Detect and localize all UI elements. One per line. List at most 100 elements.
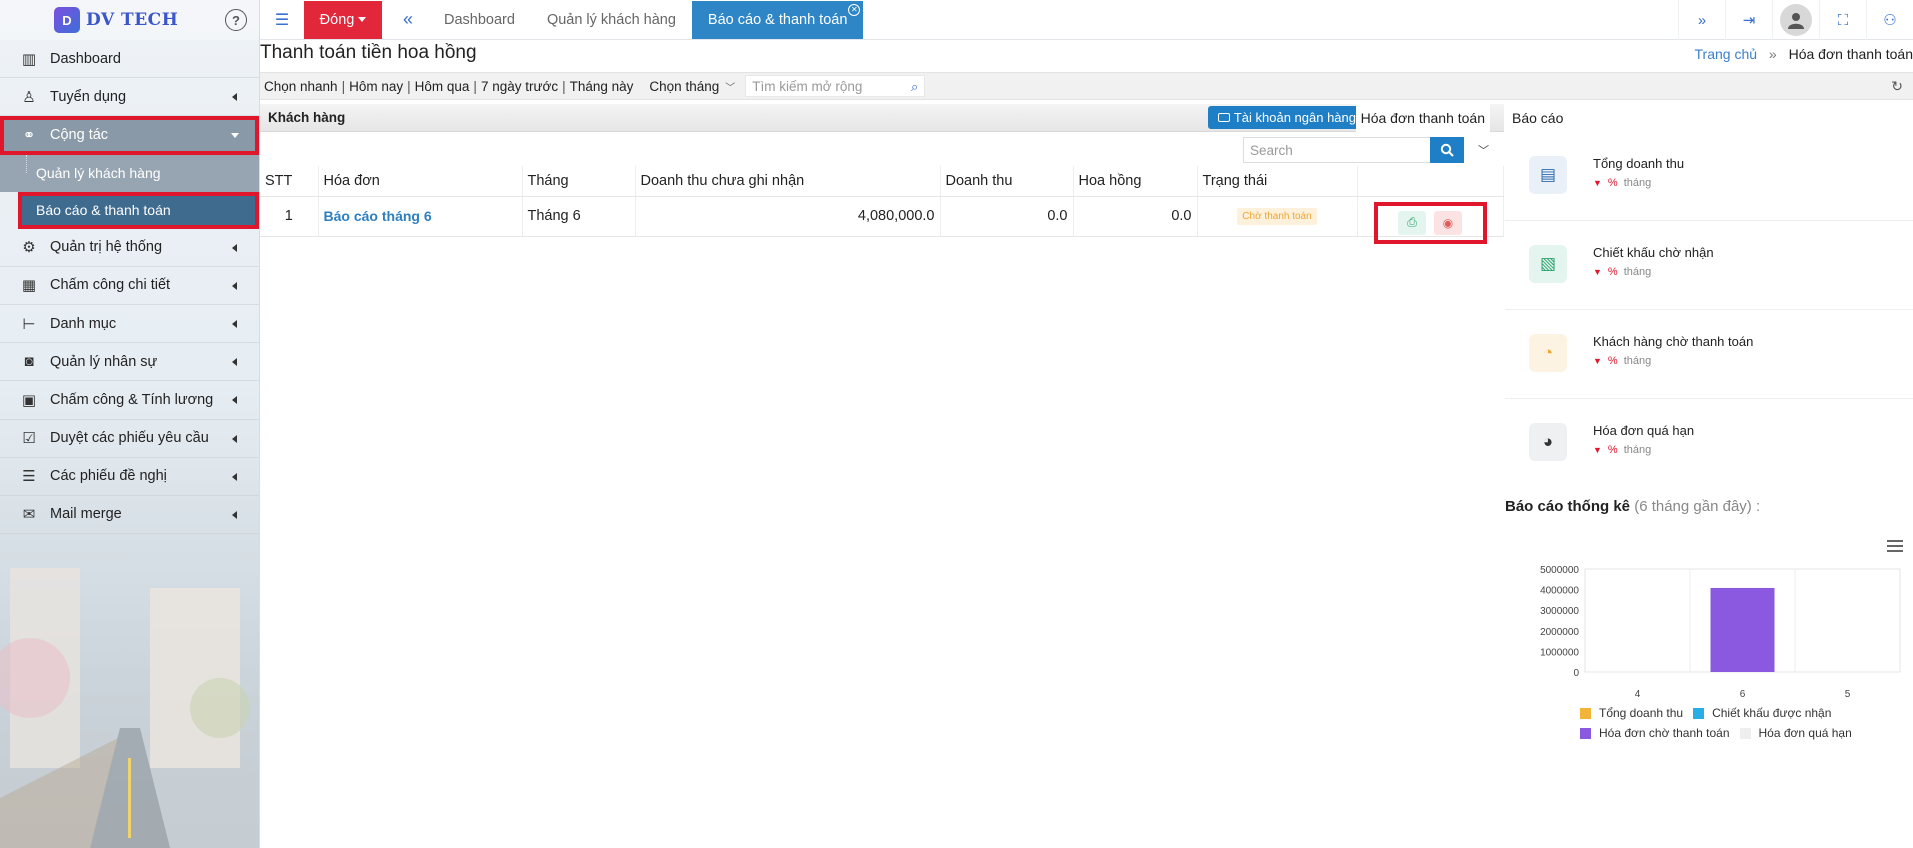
- double-chevron-left-icon[interactable]: «: [388, 9, 428, 30]
- search-icon[interactable]: ⌕: [911, 79, 918, 95]
- x-tick-label: 4: [1635, 689, 1641, 700]
- filter-today[interactable]: Hôm nay: [345, 79, 407, 94]
- legend-item[interactable]: Tổng doanh thu: [1580, 706, 1683, 720]
- table-search-input[interactable]: Search: [1243, 137, 1431, 163]
- col-month[interactable]: Tháng: [522, 166, 636, 197]
- invoice-table: STT Hóa đơn Tháng Doanh thu chưa ghi nhậ…: [260, 166, 1504, 244]
- sidebar-item-system-admin[interactable]: ⚙ Quản trị hệ thống: [0, 229, 259, 267]
- kpi-percent: %: [1607, 444, 1618, 456]
- sidebar-item-label: Chấm công & Tính lương: [50, 391, 214, 408]
- logo-bar: D DV TECH ?: [0, 0, 259, 40]
- kpi-label: Hóa đơn quá hạn: [1593, 423, 1695, 438]
- legend-item[interactable]: Hóa đơn quá hạn: [1739, 726, 1852, 740]
- month-select[interactable]: Chọn tháng ﹀: [649, 79, 735, 94]
- sidebar-item-recruitment[interactable]: ♙ Tuyển dụng: [0, 78, 259, 117]
- col-revenue[interactable]: Doanh thu: [940, 166, 1074, 197]
- col-stt[interactable]: STT: [260, 166, 319, 197]
- filter-last-7-days[interactable]: 7 ngày trước: [477, 79, 562, 94]
- cell-actions: ⎙ ◉: [1357, 196, 1504, 244]
- tab-customer-management[interactable]: Quản lý khách hàng: [531, 1, 692, 39]
- tab-dashboard[interactable]: Dashboard: [428, 1, 531, 39]
- customer-panel-header: Khách hàng Tài khoản ngân hàng Hóa đơn t…: [260, 103, 1564, 133]
- bank-account-label: Tài khoản ngân hàng: [1233, 110, 1356, 125]
- menu-toggle-icon[interactable]: ☰: [260, 10, 304, 30]
- chevron-down-icon: ﹀: [725, 82, 736, 94]
- legend-swatch: [1739, 727, 1751, 739]
- chart-menu-icon[interactable]: [1887, 540, 1903, 555]
- kpi-period: tháng: [1623, 355, 1652, 367]
- invoice-link[interactable]: Báo cáo tháng 6: [324, 208, 432, 224]
- avatar-icon: [1780, 4, 1812, 36]
- col-commission[interactable]: Hoa hồng: [1073, 166, 1198, 197]
- sidebar-item-mail-merge[interactable]: ✉ Mail merge: [0, 496, 259, 535]
- breadcrumb-home-link[interactable]: Trang chủ: [1695, 46, 1758, 62]
- help-icon[interactable]: ?: [225, 9, 247, 31]
- print-button[interactable]: ⎙: [1398, 210, 1426, 235]
- org-chart-icon[interactable]: ⚇: [1866, 0, 1913, 40]
- x-tick-label: 5: [1845, 689, 1851, 700]
- fullscreen-icon[interactable]: ⛶: [1819, 0, 1866, 40]
- kpi-change: ▼% tháng: [1593, 444, 1651, 456]
- legend-item[interactable]: Hóa đơn chờ thanh toán: [1580, 726, 1730, 740]
- user-avatar[interactable]: [1772, 0, 1819, 40]
- panel-title: Khách hàng: [268, 110, 346, 125]
- kpi-period: tháng: [1623, 266, 1652, 278]
- sidebar-item-label: Mail merge: [50, 506, 122, 523]
- filter-yesterday[interactable]: Hôm qua: [411, 79, 474, 94]
- logout-icon[interactable]: ⇥: [1725, 0, 1772, 40]
- table-search-button[interactable]: [1430, 137, 1464, 163]
- cell-revenue: 0.0: [940, 196, 1074, 237]
- close-tabs-button[interactable]: Đóng: [304, 0, 382, 39]
- col-status[interactable]: Trạng thái: [1197, 166, 1358, 197]
- legend-item[interactable]: Chiết khấu được nhận: [1693, 706, 1831, 720]
- sidebar-item-approve-requests[interactable]: ☑ Duyệt các phiếu yêu cầu: [0, 420, 259, 458]
- refresh-icon[interactable]: ↻: [1891, 78, 1903, 95]
- sidebar-item-label: Quản lý nhân sự: [50, 353, 158, 370]
- printer-icon: ⎙: [1407, 215, 1417, 229]
- tab-payment-invoices[interactable]: Hóa đơn thanh toán: [1355, 103, 1490, 133]
- top-bar: ☰ Đóng « Dashboard Quản lý khách hàng Bá…: [260, 0, 1913, 40]
- logo-text[interactable]: DV TECH: [86, 10, 178, 30]
- kpi-percent: %: [1607, 177, 1618, 189]
- sidebar-item-proposals[interactable]: ☰ Các phiếu đề nghị: [0, 458, 259, 496]
- bank-account-button[interactable]: Tài khoản ngân hàng: [1207, 106, 1366, 129]
- sidebar-item-attendance-detail[interactable]: ▦ Chấm công chi tiết: [0, 267, 259, 305]
- filter-bar: Chọn nhanh | Hôm nay | Hôm qua | 7 ngày trư…: [260, 72, 1913, 100]
- kpi-overdue-invoices: ◕ Hóa đơn quá hạn ▼% tháng: [1505, 399, 1913, 488]
- cell-commission: 0.0: [1073, 196, 1198, 237]
- top-right-tools: » ⇥ ⛶ ⚇: [1678, 0, 1913, 40]
- sidebar-subitem-report-payment[interactable]: Báo cáo & thanh toán: [18, 191, 259, 229]
- arrow-down-icon: ▼: [1593, 356, 1602, 366]
- col-unrecorded-revenue[interactable]: Doanh thu chưa ghi nhận: [635, 166, 941, 197]
- caret-left-icon: [232, 358, 237, 367]
- arrow-down-icon: ▼: [1593, 178, 1602, 188]
- y-tick-label: 2000000: [1540, 627, 1579, 638]
- chevron-down-icon[interactable]: ﹀: [1478, 142, 1489, 158]
- bar-6: [1710, 587, 1775, 672]
- checklist-icon: ☑: [22, 430, 36, 448]
- filter-this-month[interactable]: Tháng này: [566, 79, 638, 94]
- double-chevron-right-icon[interactable]: »: [1678, 0, 1725, 40]
- col-invoice[interactable]: Hóa đơn: [318, 166, 523, 197]
- tab-report-payment[interactable]: Báo cáo & thanh toán ✕: [691, 0, 864, 39]
- close-tab-icon[interactable]: ✕: [848, 3, 861, 16]
- sidebar-item-dashboard[interactable]: ▥ Dashboard: [0, 40, 259, 79]
- sidebar-item-payroll[interactable]: ▣ Chấm công & Tính lương: [0, 381, 259, 420]
- sidebar-subitem-customer-management[interactable]: Quản lý khách hàng: [0, 154, 259, 192]
- document-icon: ▧: [1529, 245, 1567, 283]
- sidebar-subitem-label: Báo cáo & thanh toán: [36, 202, 171, 219]
- sidebar-item-collaboration[interactable]: ⚭ Cộng tác: [0, 116, 259, 155]
- tab-report[interactable]: Báo cáo: [1506, 103, 1564, 133]
- close-tabs-label: Đóng: [319, 11, 355, 28]
- kpi-label: Tổng doanh thu: [1593, 156, 1685, 171]
- sidebar-item-catalog[interactable]: ⊢ Danh mục: [0, 305, 259, 344]
- kpi-percent: %: [1607, 355, 1618, 367]
- cell-month: Tháng 6: [522, 196, 636, 237]
- invoice-icon: ▤: [1529, 156, 1567, 194]
- sidebar-item-hr[interactable]: ◙ Quản lý nhân sự: [0, 343, 259, 382]
- chart-legend: Tổng doanh thu Chiết khấu được nhận Hóa đơ…: [1580, 706, 1900, 746]
- breadcrumb-separator-icon: »: [1768, 46, 1777, 62]
- extended-search-input[interactable]: Tìm kiếm mở rộng ⌕: [745, 75, 926, 97]
- view-button[interactable]: ◉: [1434, 210, 1462, 235]
- cell-unrecorded-revenue: 4,080,000.0: [635, 196, 941, 237]
